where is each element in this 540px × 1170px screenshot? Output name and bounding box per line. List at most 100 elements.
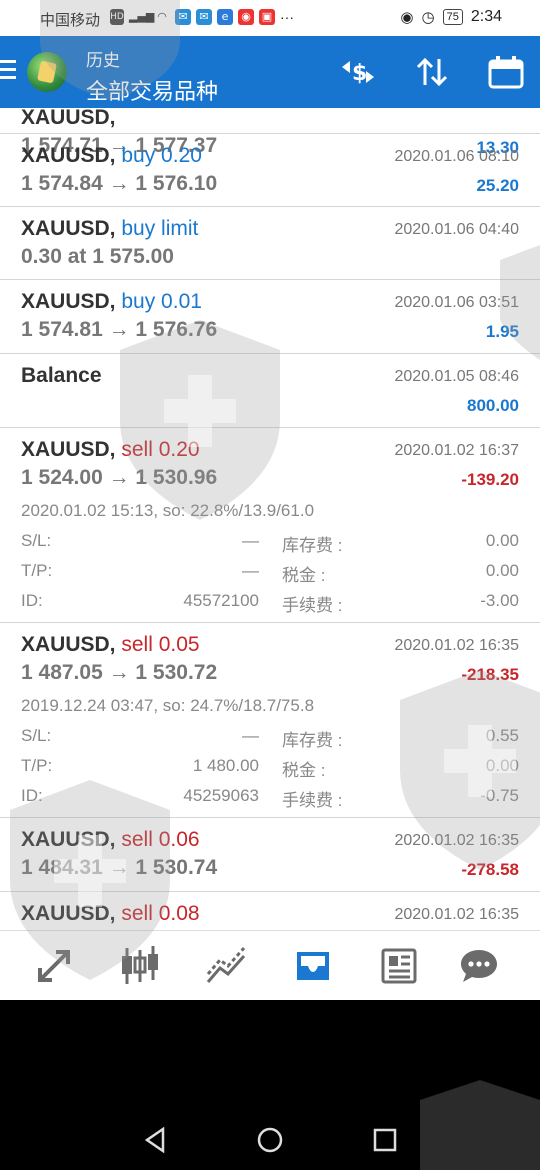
history-row[interactable]: XAUUSD, sell 0.05 1 487.05 → 1 530.72 2020…: [0, 623, 540, 818]
symbol-label: XAUUSD,: [21, 438, 116, 461]
take-profit-value: —: [242, 561, 259, 580]
tax-value: 0.00: [485, 756, 519, 775]
detail-line: T/P: — 税金 : 0.00: [21, 561, 519, 585]
order-action-label: sell 0.08: [121, 902, 200, 925]
detail-line: S/L: — 库存费 : 0.55: [21, 726, 519, 750]
history-row[interactable]: XAUUSD, buy 0.20 1 574.84 → 1 576.10 2020.…: [0, 134, 540, 207]
history-row[interactable]: XAUUSD, buy limit 0.30 at 1 575.00 2020.01…: [0, 207, 540, 280]
currency-exchange-button[interactable]: $: [338, 54, 378, 90]
order-id-value: 45572100: [183, 591, 259, 610]
recents-button[interactable]: [370, 1125, 400, 1155]
notification-icons: HD ▂▄▆ ◠ ✉ ✉ e ◉ ▣ ···: [110, 9, 294, 25]
app-logo: [27, 52, 67, 92]
row-timestamp: 2020.01.06 08:10: [394, 148, 519, 165]
chat-bubble-icon: [461, 950, 497, 982]
recents-square-icon: [373, 1128, 397, 1152]
history-tab[interactable]: [290, 943, 336, 989]
app-screen: 中国移动 HD ▂▄▆ ◠ ✉ ✉ e ◉ ▣ ··· ◉ ◷ 75 2:34 …: [0, 0, 540, 1000]
trade-tab[interactable]: [203, 943, 249, 989]
row-title: XAUUSD, buy 0.20: [21, 144, 202, 168]
detail-line: ID: 45259063 手续费 : -0.75: [21, 786, 519, 810]
history-row[interactable]: XAUUSD, sell 0.20 1 524.00 → 1 530.96 2020…: [0, 428, 540, 623]
back-triangle-icon: [144, 1126, 165, 1154]
order-action-label: sell 0.05: [121, 633, 200, 656]
app-header: 历史 全部交易品种 $: [0, 36, 540, 108]
calendar-icon: [488, 56, 524, 89]
status-right: ◉ ◷ 75 2:34: [400, 8, 502, 26]
price-range: 1 524.00 → 1 530.96: [21, 466, 218, 489]
profit-value: 25.20: [476, 176, 519, 195]
commission-value: -3.00: [480, 591, 519, 610]
status-bar: 中国移动 HD ▂▄▆ ◠ ✉ ✉ e ◉ ▣ ··· ◉ ◷ 75 2:34: [0, 0, 540, 36]
profit-value: -139.20: [461, 470, 519, 489]
calendar-button[interactable]: [486, 54, 526, 90]
row-timestamp: 2020.01.05 08:46: [394, 368, 519, 385]
alarm-icon: ◷: [421, 9, 435, 26]
home-button[interactable]: [255, 1125, 285, 1155]
order-action-label: buy limit: [121, 217, 199, 240]
menu-icon[interactable]: [0, 60, 16, 84]
row-title: XAUUSD, sell 0.08: [21, 902, 200, 926]
clock: 2:34: [470, 8, 502, 25]
bottom-nav: [0, 930, 540, 1000]
row-title: XAUUSD,: [21, 108, 116, 130]
chart-tab[interactable]: [117, 943, 163, 989]
row-title: Balance: [21, 364, 102, 388]
order-id-value: 45259063: [183, 786, 259, 805]
sort-button[interactable]: [412, 54, 452, 90]
stop-loss-value: —: [242, 531, 259, 550]
detail-line: T/P: 1 480.00 税金 : 0.00: [21, 756, 519, 780]
history-row[interactable]: Balance 2020.01.05 08:46 800.00: [0, 354, 540, 428]
stop-loss-value: —: [242, 726, 259, 745]
history-row[interactable]: XAUUSD, sell 0.08 2020.01.02 16:35: [0, 892, 540, 930]
history-list[interactable]: XAUUSD, 1 574.71 → 1 577.37 13.30 XAUUSD, b…: [0, 108, 540, 930]
row-timestamp: 2020.01.06 04:40: [394, 221, 519, 238]
battery-icon: 75: [442, 9, 463, 25]
tax-label: 税金 :: [282, 566, 326, 585]
open-info: 2020.01.02 15:13, so: 22.8%/13.9/61.0: [21, 501, 315, 520]
news-tab[interactable]: [376, 943, 422, 989]
history-row[interactable]: XAUUSD, sell 0.06 1 484.31 → 1 530.74 2020…: [0, 818, 540, 892]
order-action-label: buy 0.20: [121, 144, 202, 167]
price-range: 1 484.31 → 1 530.74: [21, 856, 218, 879]
header-actions: $: [338, 54, 526, 90]
take-profit-value: 1 480.00: [192, 756, 259, 775]
back-button[interactable]: [141, 1125, 171, 1155]
row-timestamp: 2020.01.06 03:51: [394, 294, 519, 311]
profit-value: 800.00: [467, 396, 519, 415]
order-action-label: sell 0.20: [121, 438, 200, 461]
eye-icon: ◉: [400, 9, 414, 26]
symbol-label: XAUUSD,: [21, 217, 116, 240]
app-notification-icon: ✉: [196, 9, 212, 25]
hd-icon: HD: [110, 9, 124, 25]
stop-loss-label: S/L:: [21, 531, 52, 550]
candlestick-icon: [122, 946, 158, 984]
quotes-tab[interactable]: [31, 943, 77, 989]
profit-value: 1.95: [485, 322, 519, 341]
row-timestamp: 2020.01.02 16:35: [394, 637, 519, 654]
inbox-icon: [297, 952, 329, 980]
commission-label: 手续费 :: [282, 791, 343, 810]
symbol-label: XAUUSD,: [21, 108, 116, 129]
symbol-label: Balance: [21, 364, 102, 387]
row-timestamp: 2020.01.02 16:37: [394, 442, 519, 459]
order-action-label: buy 0.01: [121, 290, 202, 313]
browser-icon: e: [217, 9, 233, 25]
history-row[interactable]: XAUUSD, 1 574.71 → 1 577.37 13.30: [0, 108, 540, 157]
price-range: 1 574.81 → 1 576.76: [21, 318, 218, 341]
history-row[interactable]: XAUUSD, buy 0.01 1 574.81 → 1 576.76 2020.…: [0, 280, 540, 354]
dollar-arrows-icon: $: [342, 61, 374, 86]
arrows-icon: [38, 950, 70, 982]
header-title[interactable]: 全部交易品种: [86, 74, 218, 106]
newspaper-icon: [381, 948, 417, 984]
tax-label: 税金 :: [282, 761, 326, 780]
system-nav-bar: [0, 1000, 540, 1170]
stop-loss-label: S/L:: [21, 726, 52, 745]
order-id-label: ID:: [21, 591, 43, 610]
commission-label: 手续费 :: [282, 596, 343, 615]
swap-value: 0.55: [485, 726, 519, 745]
chat-tab[interactable]: [456, 943, 502, 989]
row-title: XAUUSD, sell 0.06: [21, 828, 200, 852]
symbol-label: XAUUSD,: [21, 902, 116, 925]
tax-value: 0.00: [485, 561, 519, 580]
